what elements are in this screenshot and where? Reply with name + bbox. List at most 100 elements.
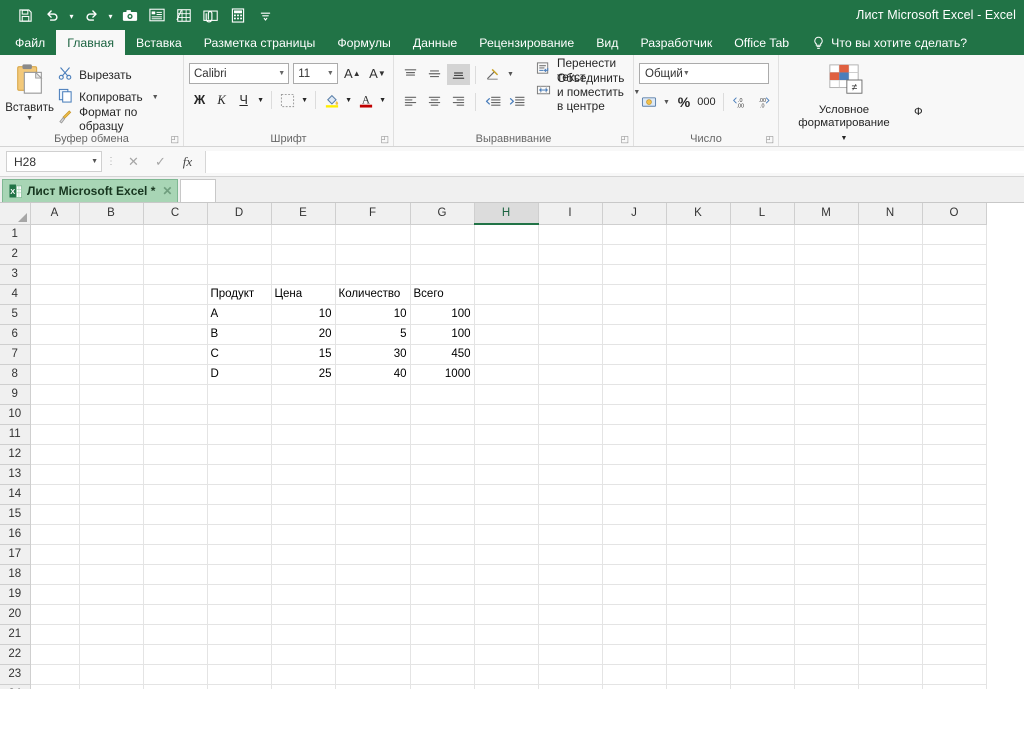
cell-N2[interactable] — [858, 244, 922, 264]
cell-N4[interactable] — [858, 284, 922, 304]
cell-A21[interactable] — [30, 624, 79, 644]
cell-D5[interactable]: A — [207, 304, 271, 324]
cell-D8[interactable]: D — [207, 364, 271, 384]
cell-I16[interactable] — [538, 524, 602, 544]
row-header-6[interactable]: 6 — [0, 324, 30, 344]
cell-L11[interactable] — [730, 424, 794, 444]
cell-B20[interactable] — [79, 604, 143, 624]
cell-F1[interactable] — [335, 224, 410, 244]
cell-L14[interactable] — [730, 484, 794, 504]
cell-C11[interactable] — [143, 424, 207, 444]
cell-F17[interactable] — [335, 544, 410, 564]
currency-dropdown-icon[interactable]: ▼ — [661, 91, 672, 113]
cell-O7[interactable] — [922, 344, 986, 364]
row-header-15[interactable]: 15 — [0, 504, 30, 524]
align-center-button[interactable] — [423, 91, 446, 112]
cell-I23[interactable] — [538, 664, 602, 684]
cell-G23[interactable] — [410, 664, 474, 684]
decrease-font-size-button[interactable]: A▼ — [367, 63, 388, 84]
cell-G12[interactable] — [410, 444, 474, 464]
row-header-23[interactable]: 23 — [0, 664, 30, 684]
cell-J2[interactable] — [602, 244, 666, 264]
cell-I22[interactable] — [538, 644, 602, 664]
cell-D20[interactable] — [207, 604, 271, 624]
cell-L4[interactable] — [730, 284, 794, 304]
orientation-button[interactable] — [481, 64, 504, 85]
cell-J23[interactable] — [602, 664, 666, 684]
cell-A18[interactable] — [30, 564, 79, 584]
column-header-e[interactable]: E — [271, 203, 335, 224]
cell-B6[interactable] — [79, 324, 143, 344]
cell-E8[interactable]: 25 — [271, 364, 335, 384]
cell-G17[interactable] — [410, 544, 474, 564]
fill-color-dropdown-icon[interactable]: ▼ — [343, 89, 354, 111]
cell-E17[interactable] — [271, 544, 335, 564]
cell-M4[interactable] — [794, 284, 858, 304]
cell-F3[interactable] — [335, 264, 410, 284]
cell-D1[interactable] — [207, 224, 271, 244]
cell-H2[interactable] — [474, 244, 538, 264]
align-middle-button[interactable] — [423, 64, 446, 85]
cell-D4[interactable]: Продукт — [207, 284, 271, 304]
font-size-dropdown-icon[interactable]: ▼ — [323, 70, 334, 77]
cell-J21[interactable] — [602, 624, 666, 644]
cell-H4[interactable] — [474, 284, 538, 304]
column-header-h[interactable]: H — [474, 203, 538, 224]
cell-O2[interactable] — [922, 244, 986, 264]
formula-input[interactable] — [205, 151, 1024, 173]
cell-L8[interactable] — [730, 364, 794, 384]
cell-M8[interactable] — [794, 364, 858, 384]
undo-icon[interactable] — [39, 3, 65, 27]
cell-F13[interactable] — [335, 464, 410, 484]
cell-K9[interactable] — [666, 384, 730, 404]
cell-O11[interactable] — [922, 424, 986, 444]
cell-G13[interactable] — [410, 464, 474, 484]
cell-A22[interactable] — [30, 644, 79, 664]
cell-G24[interactable] — [410, 684, 474, 689]
cell-K1[interactable] — [666, 224, 730, 244]
cell-I14[interactable] — [538, 484, 602, 504]
cell-K4[interactable] — [666, 284, 730, 304]
row-header-17[interactable]: 17 — [0, 544, 30, 564]
cell-N15[interactable] — [858, 504, 922, 524]
format-painter-button[interactable]: Формат по образцу — [58, 109, 178, 129]
cell-D17[interactable] — [207, 544, 271, 564]
tab-home[interactable]: Главная — [56, 30, 125, 55]
name-box-dropdown-icon[interactable]: ▼ — [91, 158, 98, 165]
column-header-f[interactable]: F — [335, 203, 410, 224]
cell-G6[interactable]: 100 — [410, 324, 474, 344]
cell-M13[interactable] — [794, 464, 858, 484]
conditional-formatting-button[interactable]: ≠ Условное форматирование ▼ — [795, 59, 893, 147]
cell-F6[interactable]: 5 — [335, 324, 410, 344]
cell-H18[interactable] — [474, 564, 538, 584]
row-header-20[interactable]: 20 — [0, 604, 30, 624]
cell-F11[interactable] — [335, 424, 410, 444]
cell-K18[interactable] — [666, 564, 730, 584]
cell-D18[interactable] — [207, 564, 271, 584]
insert-function-icon[interactable]: fx — [174, 151, 201, 173]
cell-K6[interactable] — [666, 324, 730, 344]
cell-M17[interactable] — [794, 544, 858, 564]
cell-H15[interactable] — [474, 504, 538, 524]
cell-M11[interactable] — [794, 424, 858, 444]
row-header-1[interactable]: 1 — [0, 224, 30, 244]
cell-H14[interactable] — [474, 484, 538, 504]
cell-E12[interactable] — [271, 444, 335, 464]
cell-H3[interactable] — [474, 264, 538, 284]
cell-H10[interactable] — [474, 404, 538, 424]
cell-O3[interactable] — [922, 264, 986, 284]
cell-I12[interactable] — [538, 444, 602, 464]
cell-H12[interactable] — [474, 444, 538, 464]
cell-G9[interactable] — [410, 384, 474, 404]
copy-dropdown-icon[interactable]: ▼ — [152, 94, 159, 101]
increase-font-size-button[interactable]: A▲ — [342, 63, 363, 84]
cell-L9[interactable] — [730, 384, 794, 404]
tab-insert[interactable]: Вставка — [125, 30, 193, 55]
cell-J18[interactable] — [602, 564, 666, 584]
cell-G8[interactable]: 1000 — [410, 364, 474, 384]
cell-N24[interactable] — [858, 684, 922, 689]
cell-N6[interactable] — [858, 324, 922, 344]
cell-J1[interactable] — [602, 224, 666, 244]
cell-E11[interactable] — [271, 424, 335, 444]
sheet-icon[interactable] — [171, 3, 197, 27]
